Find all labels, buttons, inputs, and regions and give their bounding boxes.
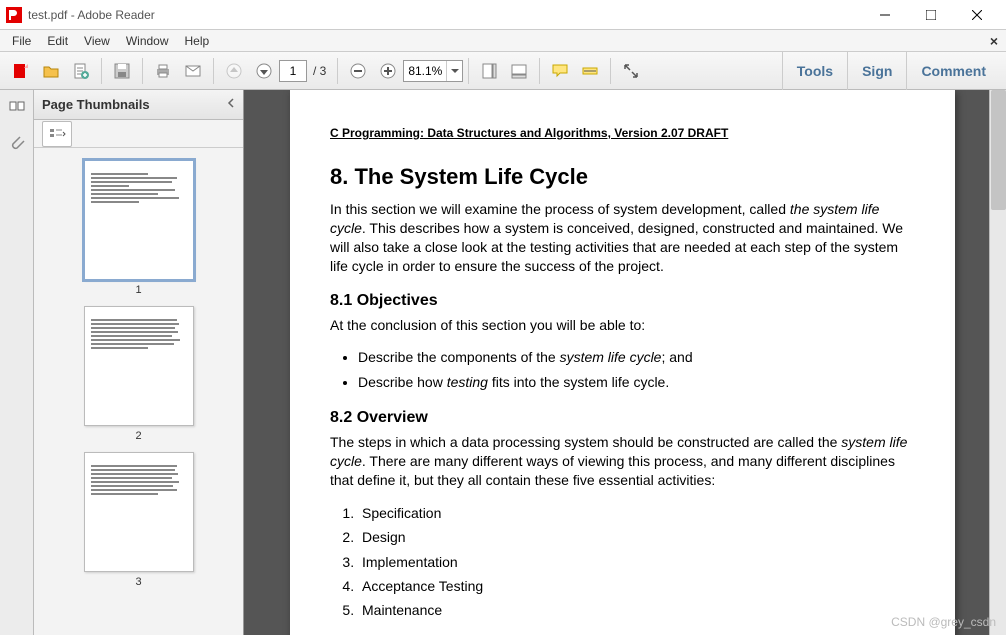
app-icon bbox=[6, 7, 22, 23]
watermark: CSDN @grey_csdn bbox=[891, 615, 996, 629]
email-icon[interactable] bbox=[180, 58, 206, 84]
separator bbox=[539, 58, 540, 84]
thumb-label: 2 bbox=[135, 430, 141, 442]
read-mode-icon[interactable] bbox=[618, 58, 644, 84]
menu-file[interactable]: File bbox=[4, 32, 39, 50]
separator bbox=[213, 58, 214, 84]
separator bbox=[610, 58, 611, 84]
document-close-button[interactable]: × bbox=[990, 33, 998, 49]
zoom-out-icon[interactable] bbox=[345, 58, 371, 84]
window-title: test.pdf - Adobe Reader bbox=[28, 8, 862, 22]
menubar: File Edit View Window Help × bbox=[0, 30, 1006, 52]
collapse-panel-icon[interactable] bbox=[225, 97, 237, 112]
separator bbox=[101, 58, 102, 84]
doc-obj-lead: At the conclusion of this section you wi… bbox=[330, 316, 915, 335]
doc-heading-overview: 8.2 Overview bbox=[330, 409, 915, 427]
thumbnail-3[interactable]: 3 bbox=[84, 452, 194, 588]
tools-link[interactable]: Tools bbox=[782, 52, 847, 90]
doc-running-header: C Programming: Data Structures and Algor… bbox=[330, 126, 915, 140]
list-item: Describe the components of the system li… bbox=[358, 346, 915, 368]
menu-view[interactable]: View bbox=[76, 32, 118, 50]
zoom-dropdown-icon[interactable] bbox=[446, 61, 462, 81]
thumb-label: 1 bbox=[135, 284, 141, 296]
list-item: Design bbox=[358, 526, 915, 548]
fit-page-icon[interactable] bbox=[476, 58, 502, 84]
doc-intro: In this section we will examine the proc… bbox=[330, 200, 915, 276]
doc-steps-list: Specification Design Implementation Acce… bbox=[358, 502, 915, 622]
list-item: Describe how testing fits into the syste… bbox=[358, 371, 915, 393]
page-up-icon[interactable] bbox=[221, 58, 247, 84]
comment-bubble-icon[interactable] bbox=[547, 58, 573, 84]
thumbnails-title: Page Thumbnails bbox=[42, 97, 150, 112]
maximize-button[interactable] bbox=[908, 1, 954, 29]
thumbnail-2[interactable]: 2 bbox=[84, 306, 194, 442]
fit-width-icon[interactable] bbox=[506, 58, 532, 84]
zoom-level-box[interactable] bbox=[403, 60, 463, 82]
convert-pdf-icon[interactable] bbox=[8, 58, 34, 84]
thumbnails-tab-icon[interactable] bbox=[5, 98, 29, 120]
minimize-button[interactable] bbox=[862, 1, 908, 29]
zoom-input[interactable] bbox=[404, 64, 446, 78]
separator bbox=[337, 58, 338, 84]
list-item: Maintenance bbox=[358, 599, 915, 621]
thumbnail-1[interactable]: 1 bbox=[84, 160, 194, 296]
separator bbox=[142, 58, 143, 84]
menu-edit[interactable]: Edit bbox=[39, 32, 76, 50]
create-pdf-icon[interactable] bbox=[68, 58, 94, 84]
thumbnails-toolbar bbox=[34, 120, 243, 148]
workspace: Page Thumbnails 1 2 3 C Programming: Dat… bbox=[0, 90, 1006, 635]
thumb-options-icon[interactable] bbox=[42, 121, 72, 147]
pdf-page: C Programming: Data Structures and Algor… bbox=[290, 90, 955, 635]
thumbnails-panel: Page Thumbnails 1 2 3 bbox=[34, 90, 244, 635]
scrollbar-thumb[interactable] bbox=[991, 90, 1006, 210]
document-view[interactable]: C Programming: Data Structures and Algor… bbox=[244, 90, 1006, 635]
thumbnails-header: Page Thumbnails bbox=[34, 90, 243, 120]
close-button[interactable] bbox=[954, 1, 1000, 29]
separator bbox=[468, 58, 469, 84]
list-item: Acceptance Testing bbox=[358, 575, 915, 597]
doc-obj-list: Describe the components of the system li… bbox=[358, 346, 915, 393]
page-down-icon[interactable] bbox=[251, 58, 277, 84]
sign-link[interactable]: Sign bbox=[847, 52, 906, 90]
thumb-label: 3 bbox=[135, 576, 141, 588]
page-number-input[interactable] bbox=[279, 60, 307, 82]
list-item: Implementation bbox=[358, 551, 915, 573]
doc-heading-1: 8. The System Life Cycle bbox=[330, 164, 915, 190]
zoom-in-icon[interactable] bbox=[375, 58, 401, 84]
vertical-scrollbar[interactable] bbox=[989, 90, 1006, 635]
save-icon[interactable] bbox=[109, 58, 135, 84]
print-icon[interactable] bbox=[150, 58, 176, 84]
comment-link[interactable]: Comment bbox=[906, 52, 1000, 90]
thumbnails-list[interactable]: 1 2 3 bbox=[34, 148, 243, 635]
doc-heading-objectives: 8.1 Objectives bbox=[330, 292, 915, 310]
menu-help[interactable]: Help bbox=[177, 32, 218, 50]
page-total-label: / 3 bbox=[313, 64, 326, 78]
window-controls bbox=[862, 1, 1000, 29]
titlebar: test.pdf - Adobe Reader bbox=[0, 0, 1006, 30]
highlight-icon[interactable] bbox=[577, 58, 603, 84]
list-item: Specification bbox=[358, 502, 915, 524]
open-icon[interactable] bbox=[38, 58, 64, 84]
toolbar: / 3 Tools Sign Comment bbox=[0, 52, 1006, 90]
navigation-rail bbox=[0, 90, 34, 635]
attachments-tab-icon[interactable] bbox=[5, 132, 29, 154]
doc-overview-p: The steps in which a data processing sys… bbox=[330, 433, 915, 490]
menu-window[interactable]: Window bbox=[118, 32, 177, 50]
